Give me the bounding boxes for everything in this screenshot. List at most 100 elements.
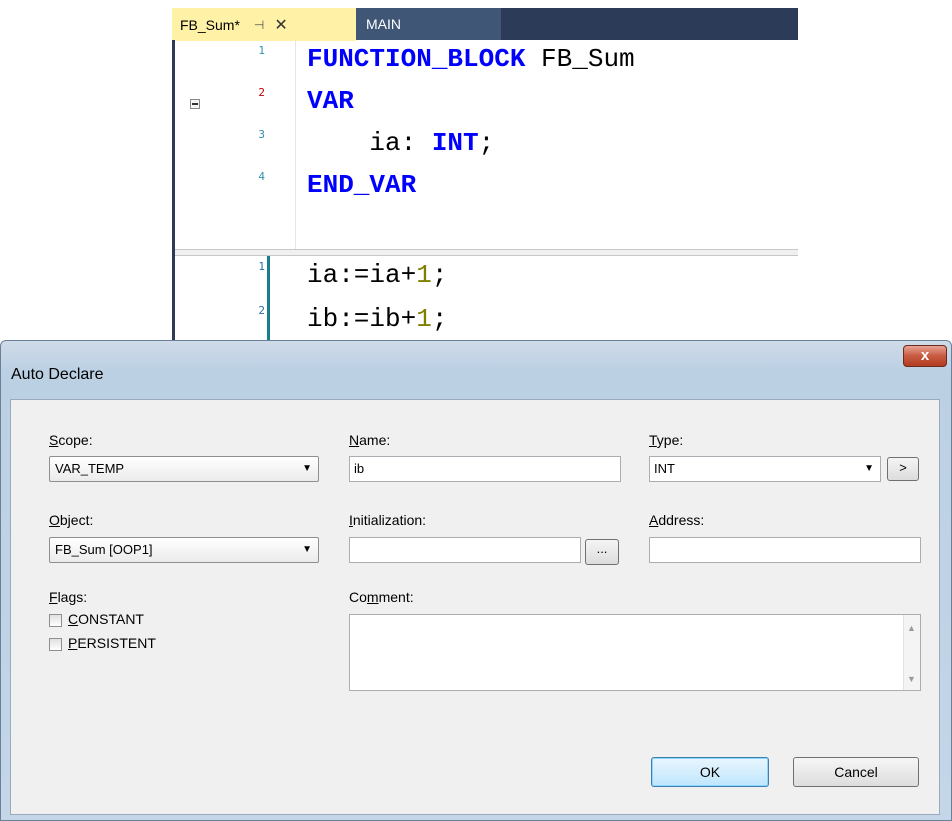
pin-icon[interactable]: ⊣: [254, 18, 264, 32]
cancel-label: Cancel: [834, 764, 878, 780]
scroll-down-icon[interactable]: ▼: [907, 674, 916, 684]
dropdown-arrow-icon[interactable]: ▼: [864, 463, 874, 474]
accelerator-key: S: [49, 432, 59, 448]
persistent-checkbox[interactable]: [49, 638, 62, 651]
browse-label: >: [899, 460, 907, 475]
tab-label: FB_Sum*: [180, 16, 240, 33]
code-text: VAR: [307, 86, 354, 116]
label-part: cope:: [58, 432, 93, 448]
accelerator-key: m: [366, 589, 379, 605]
code-token: END_VAR: [307, 170, 417, 200]
code-token: FB_Sum: [525, 44, 635, 74]
name-label: Name:: [349, 432, 390, 448]
label-part: ONSTANT: [78, 611, 144, 627]
label-part: ame:: [359, 432, 391, 448]
name-value: ib: [354, 461, 365, 476]
line-number: 3: [258, 128, 265, 141]
accelerator-key: F: [49, 589, 58, 605]
type-browse-button[interactable]: >: [887, 457, 919, 481]
tab-label: MAIN: [366, 16, 401, 32]
constant-checkbox[interactable]: [49, 614, 62, 627]
declaration-line[interactable]: 1 FUNCTION_BLOCK FB_Sum: [175, 42, 798, 82]
scope-value: VAR_TEMP: [55, 461, 125, 476]
implementation-line[interactable]: 2 ib:=ib+1;: [175, 302, 798, 342]
cancel-button[interactable]: Cancel: [793, 757, 919, 787]
type-value: INT: [654, 461, 675, 476]
code-token: VAR: [307, 86, 354, 116]
persistent-label[interactable]: PERSISTENT: [68, 635, 156, 651]
initialization-label: Initialization:: [349, 512, 426, 528]
line-number: 2: [258, 304, 265, 317]
code-token: ib:=ib+: [307, 304, 417, 334]
accelerator-key: N: [349, 432, 360, 448]
code-text: ib:=ib+1;: [307, 304, 447, 334]
scope-label: Scope:: [49, 432, 93, 448]
address-label: Address:: [649, 512, 704, 528]
label-part: ddress:: [658, 512, 705, 528]
editor-splitter[interactable]: [175, 249, 798, 256]
code-token: ;: [431, 260, 448, 290]
label-part: Co: [349, 589, 367, 605]
dropdown-arrow-icon: ▼: [302, 463, 312, 474]
address-input[interactable]: [649, 537, 921, 563]
code-token: ia:=ia+: [307, 260, 417, 290]
implementation-line[interactable]: 1 ia:=ia+1;: [175, 258, 798, 298]
code-editor: FB_Sum* ⊣ ✕ MAIN 1 FUNCTION_BLOCK FB_Sum…: [172, 8, 798, 342]
code-token: 1: [416, 304, 432, 334]
close-icon[interactable]: ✕: [274, 15, 287, 35]
accelerator-key: C: [68, 611, 79, 627]
code-token: 1: [416, 260, 432, 290]
accelerator-key: T: [649, 432, 657, 448]
accelerator-key: P: [68, 635, 78, 651]
label-part: bject:: [59, 512, 94, 528]
scroll-up-icon[interactable]: ▲: [907, 623, 916, 633]
comment-textarea[interactable]: ▲ ▼: [349, 614, 921, 691]
initialization-input[interactable]: [349, 537, 581, 563]
object-select[interactable]: FB_Sum [OOP1] ▼: [49, 537, 319, 563]
label-part: ype:: [656, 432, 684, 448]
label-part: lags:: [57, 589, 88, 605]
code-token: ;: [478, 128, 495, 158]
editor-body[interactable]: 1 FUNCTION_BLOCK FB_Sum 2 VAR 3 ia: INT;…: [172, 40, 798, 342]
type-input[interactable]: INT ▼: [649, 456, 881, 482]
code-token: INT: [431, 128, 479, 158]
code-token: ia:: [307, 128, 432, 158]
dialog-close-button[interactable]: x: [903, 345, 947, 367]
ok-button[interactable]: OK: [651, 757, 769, 787]
label-part: nitialization:: [352, 512, 427, 528]
scope-select[interactable]: VAR_TEMP ▼: [49, 456, 319, 482]
collapse-icon[interactable]: [190, 99, 200, 109]
comment-label: Comment:: [349, 589, 414, 605]
accelerator-key: A: [649, 512, 659, 528]
tab-main[interactable]: MAIN: [356, 8, 501, 40]
dialog-title: Auto Declare: [11, 366, 104, 383]
label-part: ment:: [378, 589, 414, 605]
name-input[interactable]: ib: [349, 456, 621, 482]
flags-label: Flags:: [49, 589, 87, 605]
dropdown-arrow-icon: ▼: [302, 544, 312, 555]
code-text: FUNCTION_BLOCK FB_Sum: [307, 44, 635, 74]
line-number: 4: [258, 170, 265, 183]
code-text: ia: INT;: [307, 128, 494, 158]
initialization-browse-button[interactable]: ...: [585, 539, 619, 565]
type-label: Type:: [649, 432, 683, 448]
ellipsis-label: ...: [596, 541, 608, 556]
ok-label: OK: [699, 764, 721, 780]
code-token: FUNCTION_BLOCK: [307, 44, 526, 74]
constant-label[interactable]: CONSTANT: [68, 611, 144, 627]
auto-declare-dialog: Auto Declare x Scope: VAR_TEMP ▼ Name: i…: [0, 340, 952, 821]
code-text: ia:=ia+1;: [307, 260, 447, 290]
declaration-line[interactable]: 2 VAR: [175, 84, 798, 124]
declaration-line[interactable]: 4 END_VAR: [175, 168, 798, 208]
code-token: ;: [431, 304, 448, 334]
tab-fb-sum[interactable]: FB_Sum* ⊣ ✕: [172, 8, 356, 41]
declaration-line[interactable]: 3 ia: INT;: [175, 126, 798, 166]
dialog-client-area: Scope: VAR_TEMP ▼ Name: ib Type: INT ▼ >…: [10, 399, 940, 815]
line-number: 1: [258, 44, 265, 57]
comment-scrollbar[interactable]: ▲ ▼: [903, 615, 920, 690]
editor-tabstrip: FB_Sum* ⊣ ✕ MAIN: [172, 8, 798, 41]
object-value: FB_Sum [OOP1]: [55, 542, 153, 557]
label-part: ERSISTENT: [77, 635, 156, 651]
line-number: 2: [258, 86, 265, 99]
accelerator-key: O: [49, 512, 60, 528]
